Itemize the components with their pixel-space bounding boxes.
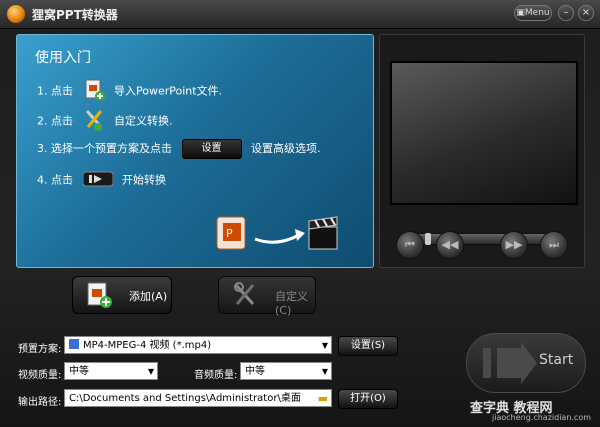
step-3: 3. 选择一个预置方案及点击 设置 设置高级选项. — [37, 139, 321, 159]
add-button-label: 添加(A) — [129, 290, 168, 303]
watermark-url: jiaocheng.chazidian.com — [492, 413, 592, 422]
step-1-prefix: 1. 点击 — [37, 84, 73, 98]
next-icon[interactable]: ⏭ — [540, 231, 568, 259]
video-quality-label: 视频质量: — [18, 370, 62, 381]
step-4: 4. 点击 开始转换 — [37, 171, 166, 190]
step-2: 2. 点击 自定义转换. — [37, 108, 173, 135]
play-icon — [82, 171, 113, 190]
step-3-prefix: 3. 选择一个预置方案及点击 — [37, 142, 172, 155]
seek-thumb[interactable] — [425, 233, 431, 245]
output-path-label: 输出路径: — [18, 397, 62, 408]
start-button[interactable]: Start — [466, 333, 586, 393]
open-button[interactable]: 打开(O) — [338, 389, 398, 409]
audio-quality-label: 音频质量: — [194, 370, 238, 381]
start-icon — [483, 342, 537, 384]
app-window: 狸窝PPT转换器 ▣Menu – × 使用入门 1. 点击 导入PowerPoi… — [0, 0, 600, 427]
output-path-field[interactable]: C:\Documents and Settings\Administrator\… — [64, 389, 332, 407]
step-1: 1. 点击 导入PowerPoint文件. — [37, 79, 222, 104]
ppt-add-icon — [83, 79, 105, 104]
step-2-prefix: 2. 点击 — [37, 114, 73, 128]
step-1-text: 导入PowerPoint文件. — [114, 84, 223, 98]
forward-icon[interactable]: ▶▶ — [500, 231, 528, 259]
audio-quality-select[interactable]: 中等 ▼ — [240, 362, 332, 380]
arrow-icon — [254, 229, 305, 244]
step-3-settings-chip: 设置 — [181, 139, 242, 159]
tools-icon — [231, 281, 259, 312]
step-4-text: 开始转换 — [122, 173, 166, 187]
preview-screen — [390, 61, 578, 205]
tools-icon — [83, 108, 105, 135]
step-3-text: 设置高级选项. — [251, 142, 321, 155]
dropdown-icon: ▼ — [321, 341, 328, 350]
video-quality-select[interactable]: 中等 ▼ — [64, 362, 158, 380]
close-icon[interactable]: × — [578, 5, 594, 21]
clapperboard-icon — [308, 216, 338, 250]
app-title: 狸窝PPT转换器 — [32, 8, 118, 22]
title-bar: 狸窝PPT转换器 ▣Menu – × — [0, 0, 600, 29]
minimize-icon[interactable]: – — [558, 5, 574, 21]
step-2-text: 自定义转换. — [114, 114, 173, 128]
add-button[interactable]: 添加(A) — [72, 276, 172, 314]
customize-button[interactable]: 自定义(C) — [218, 276, 316, 317]
ppt-file-icon: P — [216, 216, 246, 250]
video-file-icon — [69, 339, 79, 349]
svg-text:P: P — [226, 227, 233, 240]
preview-panel: ⏮ ◀◀ ▶▶ ⏭ — [379, 34, 585, 268]
customize-button-label: 自定义(C) — [275, 290, 308, 317]
folder-icon[interactable]: ▬ — [318, 390, 328, 408]
dropdown-icon: ▼ — [147, 367, 154, 376]
step-4-prefix: 4. 点击 — [37, 173, 73, 187]
guide-title: 使用入门 — [35, 50, 91, 66]
start-label: Start — [539, 352, 574, 368]
preset-select[interactable]: MP4-MPEG-4 视频 (*.mp4) ▼ — [64, 336, 332, 354]
settings-button[interactable]: 设置(S) — [338, 336, 398, 356]
getting-started-panel: 使用入门 1. 点击 导入PowerPoint文件. 2. 点击 自定义转换. … — [16, 34, 374, 268]
dropdown-icon: ▼ — [321, 367, 328, 376]
rewind-icon[interactable]: ◀◀ — [436, 231, 464, 259]
preset-label: 预置方案: — [18, 344, 62, 355]
seek-bar[interactable] — [414, 233, 552, 245]
menu-button[interactable]: ▣Menu — [514, 5, 552, 21]
ppt-add-icon — [85, 281, 113, 312]
prev-icon[interactable]: ⏮ — [396, 231, 424, 259]
menu-icon: ▣ — [516, 8, 525, 18]
app-logo-icon — [7, 5, 25, 23]
conversion-illustration: P — [211, 213, 341, 260]
